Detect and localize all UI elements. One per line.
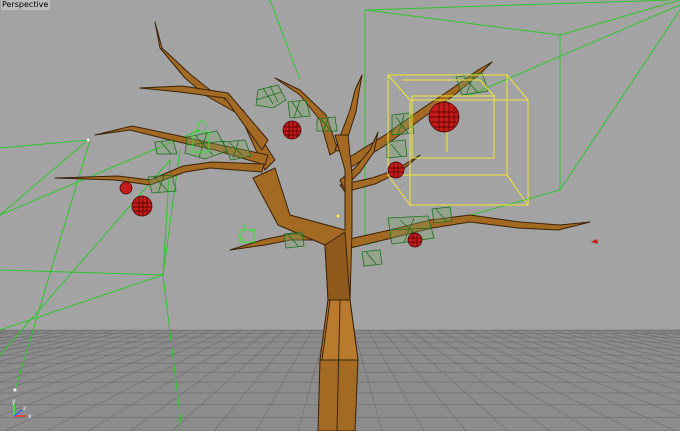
apple: [131, 195, 153, 217]
leaf-cluster: [391, 112, 415, 136]
axis-widget: x y z: [12, 398, 32, 420]
pivot-point[interactable]: [336, 214, 340, 218]
apple: [387, 161, 405, 179]
light-marker[interactable]: [591, 239, 598, 244]
apple: [119, 181, 133, 195]
leaf-cluster: [316, 116, 338, 132]
perspective-viewport[interactable]: Perspective x y z: [0, 0, 680, 431]
leaf-cluster: [386, 139, 408, 159]
leaf-cluster: [184, 130, 228, 160]
z-axis-label: z: [23, 405, 26, 412]
leaf-cluster: [361, 249, 383, 267]
x-axis-label: x: [28, 413, 32, 420]
selection-box[interactable]: [387, 74, 529, 206]
leaf-cluster: [287, 99, 311, 119]
leaf-cluster: [431, 206, 453, 224]
leaf-cluster: [255, 84, 287, 109]
leaf-cluster: [222, 139, 252, 161]
apple: [282, 120, 302, 140]
y-axis-label: y: [12, 398, 16, 405]
point-marker[interactable]: [13, 388, 17, 392]
z-axis-icon: [13, 409, 23, 417]
apple: [407, 232, 423, 248]
point-marker[interactable]: [86, 138, 90, 142]
branch-right-low: [344, 214, 591, 249]
apple: [428, 101, 460, 133]
scene-canvas[interactable]: [0, 0, 680, 431]
leaf-cluster: [283, 231, 305, 249]
tree[interactable]: [54, 21, 591, 251]
leaf-cluster: [147, 174, 177, 194]
viewport-label[interactable]: Perspective: [1, 0, 51, 10]
leaf-cluster: [154, 139, 178, 155]
